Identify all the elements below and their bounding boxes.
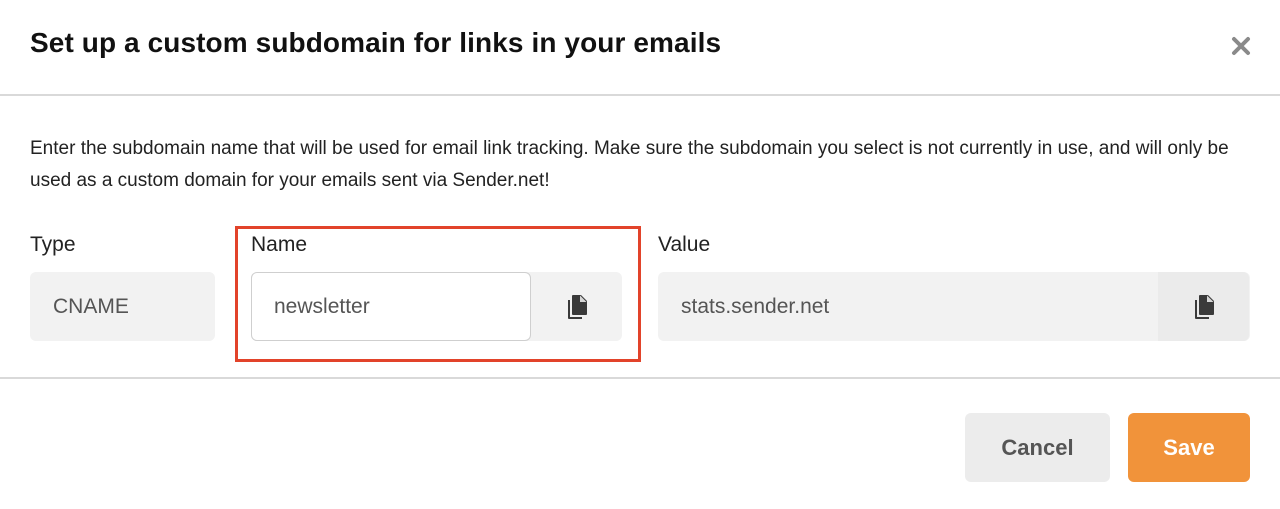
copy-value-button[interactable] — [1158, 272, 1249, 341]
type-field: CNAME — [30, 272, 215, 341]
name-input[interactable] — [251, 272, 531, 341]
value-label: Value — [658, 233, 711, 256]
name-field-group — [251, 272, 622, 341]
dialog-header: Set up a custom subdomain for links in y… — [0, 0, 1280, 96]
cancel-button[interactable]: Cancel — [965, 413, 1110, 482]
value-field: stats.sender.net — [658, 272, 1250, 341]
copy-icon — [1194, 294, 1214, 319]
footer-divider — [0, 377, 1280, 379]
type-value: CNAME — [53, 295, 129, 318]
subdomain-dialog: Set up a custom subdomain for links in y… — [0, 0, 1280, 509]
copy-name-button[interactable] — [531, 272, 622, 341]
value-text: stats.sender.net — [681, 295, 830, 318]
copy-icon — [567, 294, 587, 319]
close-icon — [1232, 37, 1250, 55]
save-button[interactable]: Save — [1128, 413, 1250, 482]
close-button[interactable] — [1226, 31, 1256, 61]
dialog-description: Enter the subdomain name that will be us… — [30, 138, 1229, 191]
type-label: Type — [30, 233, 76, 256]
dialog-title: Set up a custom subdomain for links in y… — [30, 27, 722, 58]
